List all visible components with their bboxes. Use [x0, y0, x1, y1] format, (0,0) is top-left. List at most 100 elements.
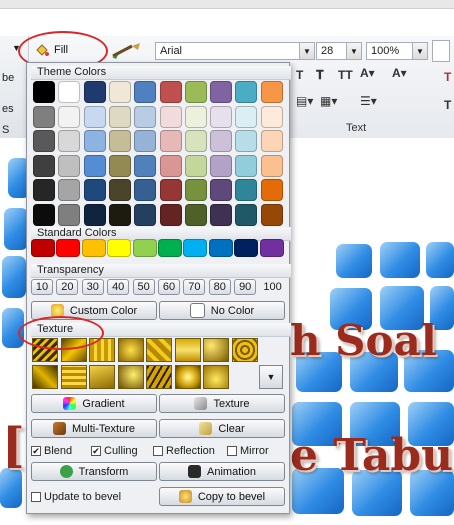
- text-effect-icon[interactable]: A▾: [360, 66, 375, 80]
- theme-color-swatch[interactable]: [210, 105, 233, 128]
- transparency-button[interactable]: 80: [208, 279, 231, 295]
- theme-color-swatch[interactable]: [108, 130, 131, 152]
- standard-color-swatch[interactable]: [56, 239, 81, 257]
- table-icon[interactable]: ▦▾: [320, 94, 337, 108]
- theme-color-swatch[interactable]: [184, 179, 207, 201]
- theme-color-swatch[interactable]: [184, 81, 207, 103]
- text-style-icon[interactable]: T: [296, 68, 303, 82]
- theme-color-swatch[interactable]: [58, 105, 81, 128]
- theme-color-swatch[interactable]: [184, 154, 207, 177]
- theme-color-swatch[interactable]: [33, 203, 55, 226]
- theme-color-swatch[interactable]: [210, 203, 233, 226]
- standard-color-swatch[interactable]: [158, 239, 182, 257]
- gradient-button[interactable]: Gradient: [31, 394, 157, 413]
- texture-swatch[interactable]: [117, 338, 144, 362]
- transparency-button[interactable]: 30: [81, 279, 104, 295]
- reflection-checkbox[interactable]: Reflection: [153, 445, 215, 457]
- texture-swatch[interactable]: [89, 365, 115, 389]
- align-icon[interactable]: ▤▾: [296, 94, 313, 108]
- font-family-dropdown[interactable]: Arial ▼: [155, 42, 315, 60]
- list-icon[interactable]: ☰▾: [360, 94, 377, 108]
- theme-color-swatch[interactable]: [83, 105, 106, 128]
- transparency-button[interactable]: 50: [132, 279, 155, 295]
- theme-color-swatch[interactable]: [260, 154, 283, 177]
- theme-color-swatch[interactable]: [159, 105, 182, 128]
- theme-color-swatch[interactable]: [235, 154, 258, 177]
- theme-color-swatch[interactable]: [159, 81, 182, 103]
- standard-color-swatch[interactable]: [31, 239, 55, 257]
- texture-swatch[interactable]: [231, 338, 258, 362]
- theme-color-swatch[interactable]: [260, 203, 283, 226]
- theme-color-swatch[interactable]: [260, 105, 283, 128]
- theme-color-swatch[interactable]: [58, 179, 81, 201]
- theme-color-swatch[interactable]: [58, 81, 81, 103]
- theme-color-swatch[interactable]: [33, 81, 55, 103]
- theme-color-swatch[interactable]: [108, 105, 131, 128]
- bold-box-icon[interactable]: 𝐓: [316, 68, 324, 83]
- theme-color-swatch[interactable]: [235, 81, 258, 103]
- theme-color-swatch[interactable]: [58, 130, 81, 152]
- theme-color-swatch[interactable]: [83, 130, 106, 152]
- theme-color-swatch[interactable]: [260, 179, 283, 201]
- text-icon[interactable]: T: [444, 70, 451, 84]
- texture-swatch[interactable]: [32, 365, 58, 389]
- theme-color-swatch[interactable]: [134, 105, 157, 128]
- theme-color-swatch[interactable]: [134, 179, 157, 201]
- no-color-button[interactable]: No Color: [159, 301, 285, 320]
- theme-color-swatch[interactable]: [134, 130, 157, 152]
- theme-color-swatch[interactable]: [184, 203, 207, 226]
- transparency-button[interactable]: 70: [183, 279, 206, 295]
- clear-button[interactable]: Clear: [159, 419, 285, 438]
- theme-color-swatch[interactable]: [33, 130, 55, 152]
- theme-color-swatch[interactable]: [260, 130, 283, 152]
- copy-to-bevel-button[interactable]: Copy to bevel: [159, 487, 285, 506]
- texture-swatch[interactable]: [60, 365, 87, 389]
- texture-swatch[interactable]: [146, 365, 172, 389]
- theme-color-swatch[interactable]: [108, 203, 131, 226]
- slide-title-line-2[interactable]: e Tabu: [290, 430, 453, 481]
- theme-color-swatch[interactable]: [210, 179, 233, 201]
- texture-button[interactable]: Texture: [159, 394, 285, 413]
- theme-color-swatch[interactable]: [134, 203, 157, 226]
- theme-color-swatch[interactable]: [159, 179, 182, 201]
- theme-color-swatch[interactable]: [210, 81, 233, 103]
- font-size-dropdown[interactable]: 28 ▼: [316, 42, 362, 60]
- theme-color-swatch[interactable]: [108, 154, 131, 177]
- standard-color-swatch[interactable]: [183, 239, 208, 257]
- transparency-button[interactable]: 10: [31, 279, 53, 295]
- animation-button[interactable]: Animation: [159, 462, 285, 481]
- zoom-dropdown[interactable]: 100% ▼: [366, 42, 428, 60]
- theme-color-swatch[interactable]: [33, 154, 55, 177]
- theme-color-swatch[interactable]: [184, 105, 207, 128]
- theme-color-swatch[interactable]: [83, 81, 106, 103]
- texture-swatch[interactable]: [203, 365, 229, 389]
- theme-color-swatch[interactable]: [260, 81, 283, 103]
- transparency-button[interactable]: 100: [260, 279, 286, 295]
- theme-color-swatch[interactable]: [184, 130, 207, 152]
- culling-checkbox[interactable]: ✔ Culling: [91, 445, 138, 457]
- theme-color-swatch[interactable]: [83, 203, 106, 226]
- theme-color-swatch[interactable]: [235, 130, 258, 152]
- theme-color-swatch[interactable]: [235, 179, 258, 201]
- theme-color-swatch[interactable]: [108, 81, 131, 103]
- standard-color-swatch[interactable]: [81, 239, 106, 257]
- theme-color-swatch[interactable]: [134, 154, 157, 177]
- standard-color-swatch[interactable]: [208, 239, 233, 257]
- theme-color-swatch[interactable]: [210, 154, 233, 177]
- multi-texture-button[interactable]: Multi-Texture: [31, 419, 157, 438]
- update-to-bevel-checkbox[interactable]: Update to bevel: [31, 491, 121, 503]
- standard-color-swatch[interactable]: [234, 239, 259, 257]
- standard-color-swatch[interactable]: [132, 239, 157, 257]
- ribbon-scroll-button[interactable]: [432, 40, 450, 62]
- theme-color-swatch[interactable]: [33, 179, 55, 201]
- slide-title-line-1[interactable]: h Soal: [290, 316, 437, 365]
- texture-swatch[interactable]: [203, 338, 229, 362]
- theme-color-swatch[interactable]: [159, 130, 182, 152]
- theme-color-swatch[interactable]: [58, 203, 81, 226]
- texture-swatch[interactable]: [146, 338, 172, 362]
- theme-color-swatch[interactable]: [58, 154, 81, 177]
- transparency-button[interactable]: 20: [56, 279, 79, 295]
- standard-color-swatch[interactable]: [259, 239, 284, 257]
- theme-color-swatch[interactable]: [235, 105, 258, 128]
- brush-icon[interactable]: [110, 40, 144, 60]
